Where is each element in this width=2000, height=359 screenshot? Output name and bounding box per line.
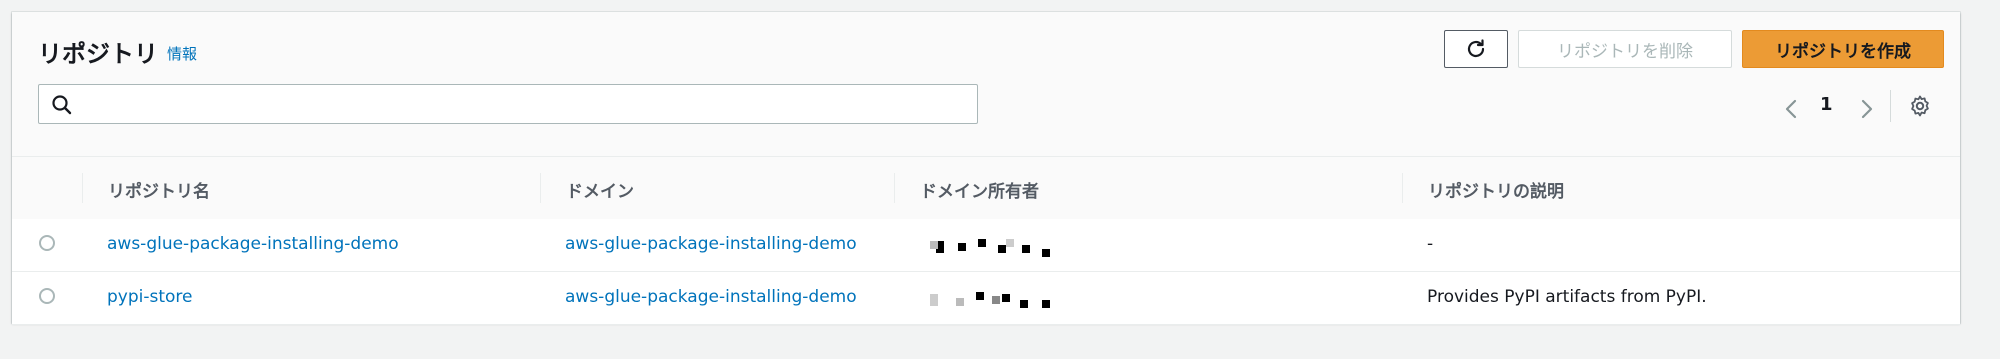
column-header-owner[interactable]: ドメイン所有者 xyxy=(894,177,1039,202)
repository-description: Provides PyPI artifacts from PyPI. xyxy=(1427,287,1707,307)
row-select-radio[interactable] xyxy=(39,235,55,251)
page-number[interactable]: 1 xyxy=(1820,94,1833,115)
repository-description: - xyxy=(1427,234,1434,254)
table-header: リポジトリ名 ドメイン ドメイン所有者 リポジトリの説明 xyxy=(12,156,1960,220)
search-icon xyxy=(52,95,72,115)
table-row[interactable]: aws-glue-package-installing-demo aws-glu… xyxy=(12,219,1960,272)
domain-link[interactable]: aws-glue-package-installing-demo xyxy=(565,234,857,254)
refresh-button[interactable] xyxy=(1444,30,1508,68)
chevron-left-icon[interactable] xyxy=(1784,98,1798,120)
gear-icon[interactable] xyxy=(1908,94,1932,118)
redacted-owner xyxy=(926,292,1066,314)
row-select-radio[interactable] xyxy=(39,288,55,304)
refresh-icon xyxy=(1467,39,1485,58)
domain-link[interactable]: aws-glue-package-installing-demo xyxy=(565,287,857,307)
column-header-description[interactable]: リポジトリの説明 xyxy=(1402,177,1564,202)
delete-repository-button[interactable]: リポジトリを削除 xyxy=(1518,30,1732,68)
search-box[interactable] xyxy=(38,84,978,124)
panel-header: リポジトリ 情報 リポジトリを削除 リポジトリを作成 1 xyxy=(12,12,1960,156)
page-title: リポジトリ xyxy=(38,40,158,68)
repository-name-link[interactable]: aws-glue-package-installing-demo xyxy=(107,234,399,254)
repository-name-link[interactable]: pypi-store xyxy=(107,287,193,307)
create-repository-button[interactable]: リポジトリを作成 xyxy=(1742,30,1944,68)
search-input[interactable] xyxy=(81,91,965,119)
column-header-domain[interactable]: ドメイン xyxy=(540,177,634,202)
pager-divider xyxy=(1890,90,1891,122)
redacted-owner xyxy=(926,239,1066,261)
column-header-name[interactable]: リポジトリ名 xyxy=(82,177,210,202)
chevron-right-icon[interactable] xyxy=(1860,98,1874,120)
info-link[interactable]: 情報 xyxy=(167,43,197,64)
repositories-panel: リポジトリ 情報 リポジトリを削除 リポジトリを作成 1 リポジトリ名 ドメイン… xyxy=(12,12,1960,325)
table-row[interactable]: pypi-store aws-glue-package-installing-d… xyxy=(12,272,1960,325)
